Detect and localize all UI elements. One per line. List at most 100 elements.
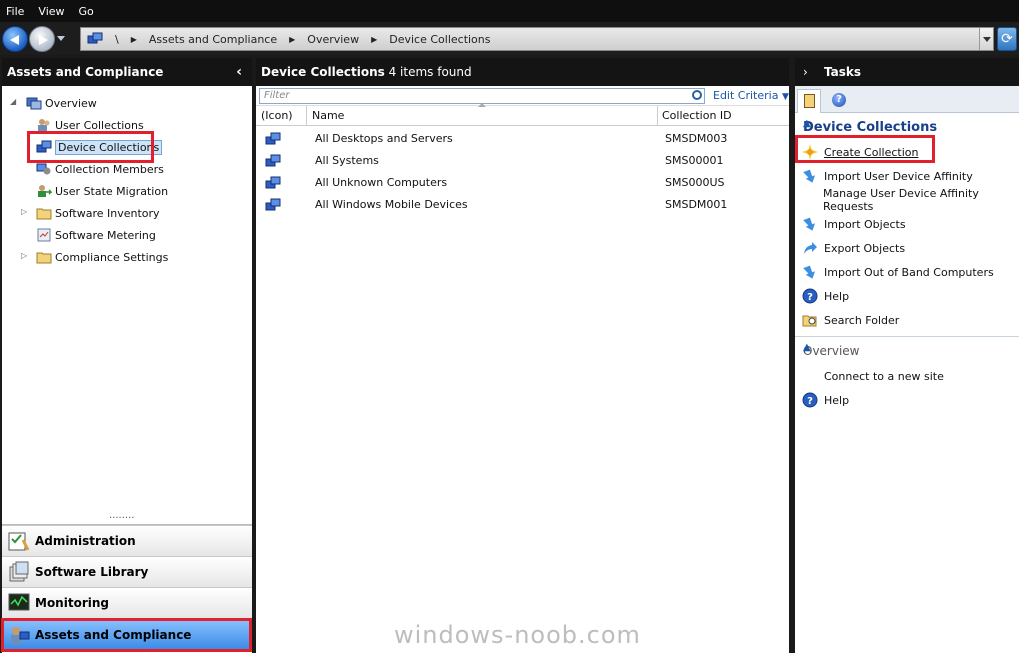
task-help[interactable]: ? Help xyxy=(795,388,1019,412)
refresh-button[interactable]: ⟳ xyxy=(997,27,1017,51)
results-list: All Desktops and Servers SMSDM003 All Sy… xyxy=(256,126,789,216)
workspace-label: Software Library xyxy=(35,565,149,579)
chevron-up-icon[interactable]: ▲ xyxy=(803,342,1009,353)
expand-pane-icon[interactable]: › xyxy=(803,65,808,79)
import-arrow-icon xyxy=(803,169,816,183)
tab-help[interactable]: ? xyxy=(827,89,851,113)
expand-software-inventory-icon[interactable]: ▷ xyxy=(21,207,27,216)
tab-tasks[interactable] xyxy=(797,89,821,113)
task-connect-new-site[interactable]: Connect to a new site xyxy=(795,364,1019,388)
row-collection-id: SMSDM003 xyxy=(665,132,728,145)
filter-row: Filter Edit Criteria ▼ xyxy=(256,86,789,106)
navigation-pane-title: Assets and Compliance xyxy=(7,65,164,79)
workspace-label: Monitoring xyxy=(35,596,109,610)
collapse-pane-icon[interactable]: ‹ xyxy=(236,58,242,86)
task-import-out-of-band-computers[interactable]: Import Out of Band Computers xyxy=(795,260,1019,284)
task-label: Import User Device Affinity xyxy=(824,169,973,183)
expand-compliance-settings-icon[interactable]: ▷ xyxy=(21,251,27,260)
results-title: Device Collections xyxy=(261,65,385,79)
user-collections-icon xyxy=(38,119,50,131)
task-export-objects[interactable]: Export Objects xyxy=(795,236,1019,260)
row-name: All Desktops and Servers xyxy=(315,132,453,145)
table-row[interactable]: All Unknown Computers SMS000US xyxy=(256,172,789,194)
task-manage-user-device-affinity[interactable]: Manage User Device Affinity Requests xyxy=(795,187,1019,213)
address-bar[interactable]: \ ▶ Assets and Compliance ▶ Overview ▶ D… xyxy=(80,27,994,51)
address-dropdown-button[interactable] xyxy=(979,28,993,50)
menu-file[interactable]: File xyxy=(6,5,24,18)
column-collection-id[interactable]: Collection ID xyxy=(662,109,732,122)
crumb-overview[interactable]: Overview xyxy=(307,33,359,46)
device-collection-icon xyxy=(265,154,281,167)
tree-label: Software Metering xyxy=(55,228,156,242)
task-import-objects[interactable]: Import Objects xyxy=(795,212,1019,236)
tree-label: Overview xyxy=(45,96,97,110)
sort-arrow-icon xyxy=(478,103,486,107)
export-arrow-icon xyxy=(804,242,817,254)
overview-icon xyxy=(26,97,42,110)
task-import-user-device-affinity[interactable]: Import User Device Affinity xyxy=(795,164,1019,188)
tree-node-software-metering[interactable]: Software Metering xyxy=(36,226,156,244)
workspace-software-library[interactable]: Software Library xyxy=(2,556,252,587)
menu-view[interactable]: View xyxy=(38,5,64,18)
folder-icon xyxy=(36,252,52,264)
section-overview: Overview ▲ Connect to a new site ? Help xyxy=(795,337,1019,412)
tasks-title: Tasks xyxy=(824,65,862,79)
row-collection-id: SMS000US xyxy=(665,176,725,189)
tree-node-software-inventory[interactable]: Software Inventory xyxy=(36,204,160,222)
workspace-label: Administration xyxy=(35,534,136,548)
tasks-header: › Tasks xyxy=(795,58,1019,86)
row-name: All Systems xyxy=(315,154,379,167)
task-help[interactable]: ? Help xyxy=(795,284,1019,308)
column-icon[interactable]: (Icon) xyxy=(261,109,293,122)
back-button[interactable] xyxy=(2,26,28,52)
tree-node-user-state-migration[interactable]: User State Migration xyxy=(36,182,168,200)
pane-splitter[interactable] xyxy=(2,510,252,525)
task-label: Manage User Device Affinity Requests xyxy=(822,187,979,213)
workspace-monitoring[interactable]: Monitoring xyxy=(2,587,252,618)
menu-go[interactable]: Go xyxy=(79,5,94,18)
history-dropdown-icon[interactable] xyxy=(57,36,65,41)
crumb-device-collections[interactable]: Device Collections xyxy=(389,33,490,46)
column-headers: (Icon) Name Collection ID xyxy=(256,103,789,126)
search-icon[interactable] xyxy=(692,90,702,100)
edit-criteria-button[interactable]: Edit Criteria ▼ xyxy=(713,89,789,102)
crumb-arrow-icon[interactable]: ▶ xyxy=(371,35,377,44)
row-collection-id: SMSDM001 xyxy=(665,198,728,211)
table-row[interactable]: All Windows Mobile Devices SMSDM001 xyxy=(256,194,789,216)
task-label: Export Objects xyxy=(824,241,906,255)
tree-label: User Collections xyxy=(55,118,144,132)
highlight-box xyxy=(1,618,252,652)
tree-node-collection-members[interactable]: Collection Members xyxy=(36,160,164,178)
tasks-pane: › Tasks ? Device Collections ▲ Create Co… xyxy=(795,58,1019,653)
svg-text:?: ? xyxy=(807,396,813,407)
task-label: Search Folder xyxy=(824,313,900,327)
software-library-icon xyxy=(9,561,29,582)
tree-node-overview[interactable]: Overview xyxy=(26,94,97,112)
filter-input[interactable]: Filter xyxy=(259,88,705,104)
crumb-assets[interactable]: Assets and Compliance xyxy=(149,33,277,46)
table-row[interactable]: All Desktops and Servers SMSDM003 xyxy=(256,128,789,150)
results-count: 4 items found xyxy=(388,65,472,79)
navigation-tree: ◢ Overview User Collections Device Colle… xyxy=(2,86,252,516)
column-divider[interactable] xyxy=(306,106,307,126)
tree-node-compliance-settings[interactable]: Compliance Settings xyxy=(36,248,168,266)
workspace-administration[interactable]: Administration xyxy=(2,525,252,556)
administration-icon xyxy=(8,532,30,551)
expand-overview-icon[interactable]: ◢ xyxy=(10,97,16,106)
help-icon: ? xyxy=(802,288,818,304)
row-name: All Windows Mobile Devices xyxy=(315,198,468,211)
task-label: Help xyxy=(824,393,850,407)
column-name[interactable]: Name xyxy=(312,109,344,122)
column-divider[interactable] xyxy=(657,106,658,126)
task-search-folder[interactable]: Search Folder xyxy=(795,308,1019,332)
task-label: Import Out of Band Computers xyxy=(824,265,994,279)
forward-button[interactable] xyxy=(29,26,55,52)
device-collection-icon xyxy=(265,132,281,145)
chevron-up-icon[interactable]: ▲ xyxy=(803,118,1009,129)
navigation-pane: Assets and Compliance ‹ ◢ Overview User … xyxy=(1,58,252,653)
table-row[interactable]: All Systems SMS00001 xyxy=(256,150,789,172)
section-header[interactable]: Overview ▲ xyxy=(795,340,1019,364)
crumb-arrow-icon[interactable]: ▶ xyxy=(131,35,137,44)
tree-label: Software Inventory xyxy=(55,206,160,220)
crumb-arrow-icon[interactable]: ▶ xyxy=(289,35,295,44)
